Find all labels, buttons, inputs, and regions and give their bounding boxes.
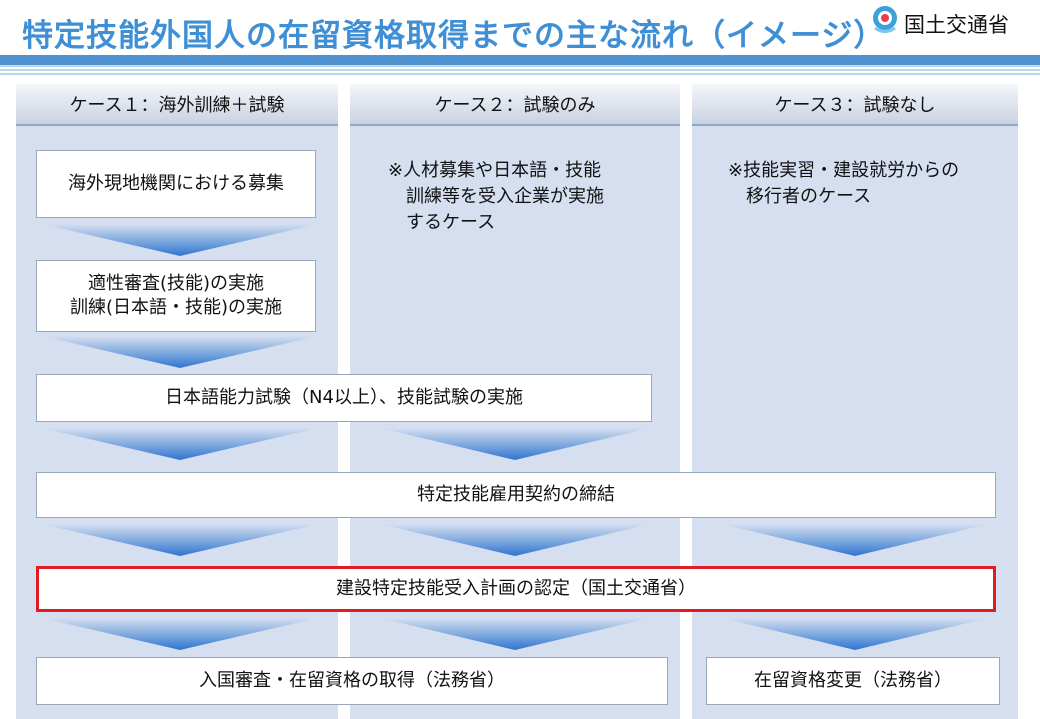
case3-note: ※技能実習・建設就労からの 移行者のケース xyxy=(728,158,959,210)
step-entry: 入国審査・在留資格の取得（法務省） xyxy=(36,657,668,705)
column-header-case1: ケース１：海外訓練＋試験 xyxy=(16,84,338,126)
step-recruit: 海外現地機関における募集 xyxy=(36,150,316,218)
case2-note-line: するケース xyxy=(406,212,496,234)
step-status-change: 在留資格変更（法務省） xyxy=(706,657,1000,705)
case2-note-line: 訓練等を受入企業が実施 xyxy=(406,186,604,208)
column-header-case3: ケース３：試験なし xyxy=(692,84,1018,126)
case2-note-line: ※人材募集や日本語・技能 xyxy=(388,160,602,181)
ministry-logo: 国土交通省 xyxy=(870,4,1030,38)
step-aptitude-line: 適性審査(技能)の実施 xyxy=(87,272,265,294)
header-band xyxy=(0,55,1040,65)
step-aptitude-training: 適性審査(技能)の実施 訓練(日本語・技能)の実施 xyxy=(36,260,316,332)
step-training-line: 訓練(日本語・技能)の実施 xyxy=(69,297,283,318)
mlit-logo-icon xyxy=(873,6,897,33)
column-header-case2: ケース２：試験のみ xyxy=(350,84,680,126)
case3-note-line: ※技能実習・建設就労からの xyxy=(728,160,960,181)
step-exam: 日本語能力試験（N4以上）、技能試験の実施 xyxy=(36,374,652,422)
case3-note-line: 移行者のケース xyxy=(746,186,872,208)
case2-note: ※人材募集や日本語・技能 訓練等を受入企業が実施 するケース xyxy=(388,158,604,236)
page-title: 特定技能外国人の在留資格取得までの主な流れ（イメージ） xyxy=(22,18,886,54)
step-contract: 特定技能雇用契約の締結 xyxy=(36,472,996,518)
header-stripes xyxy=(0,65,1040,77)
step-plan-certification: 建設特定技能受入計画の認定（国土交通省） xyxy=(36,566,996,612)
ministry-name: 国土交通省 xyxy=(904,13,1009,37)
